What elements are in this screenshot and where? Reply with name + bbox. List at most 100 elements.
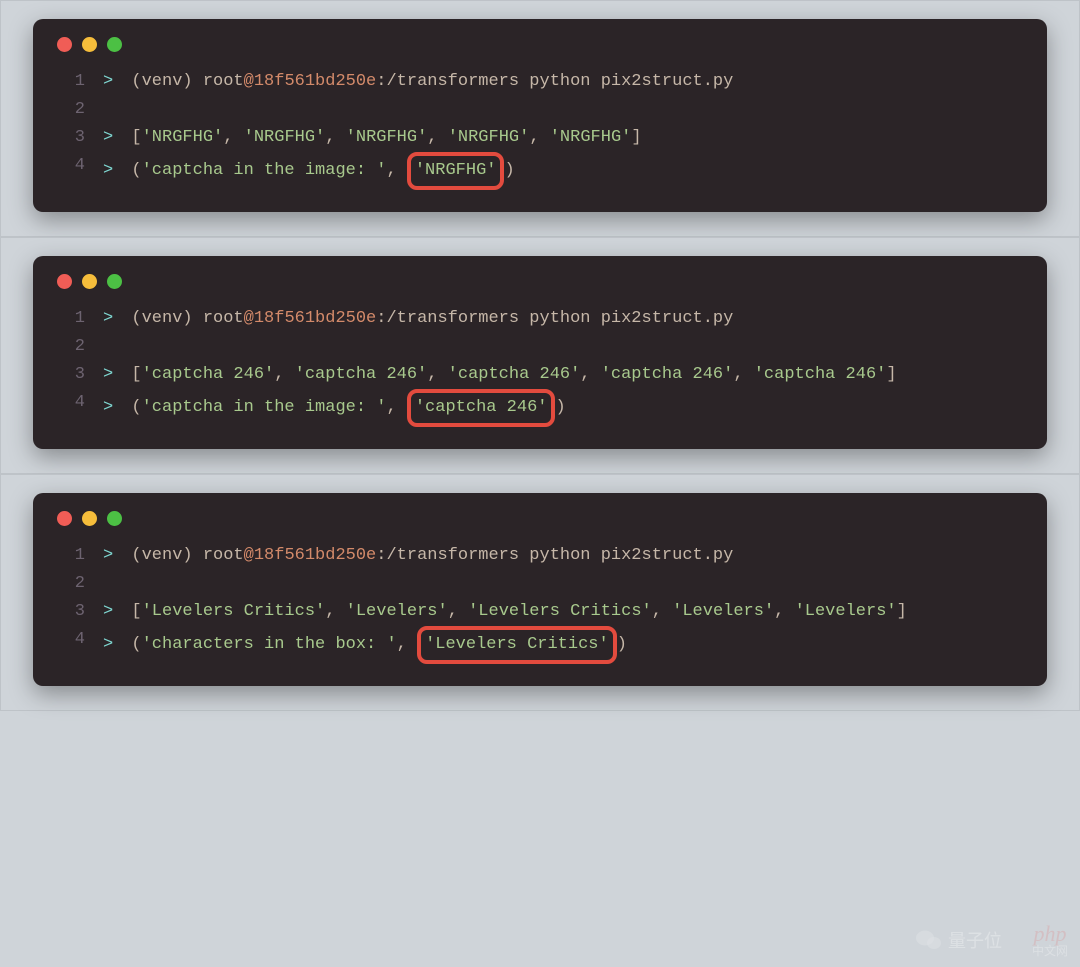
line-content: > ('characters in the box: ', 'Levelers … bbox=[103, 626, 627, 664]
line-number: 1 bbox=[57, 68, 85, 96]
watermark-php-text: php bbox=[1033, 923, 1066, 945]
list-item: 'Levelers' bbox=[795, 602, 897, 621]
comma: , bbox=[427, 128, 447, 147]
comma: , bbox=[274, 365, 294, 384]
list-item: 'NRGFHG' bbox=[448, 128, 530, 147]
paren-open: ( bbox=[131, 398, 141, 417]
terminal-line: 4 > ('characters in the box: ', 'Levelers… bbox=[57, 626, 1023, 664]
command-path: :/transformers python pix2struct.py bbox=[376, 309, 733, 328]
line-content: > ['captcha 246', 'captcha 246', 'captch… bbox=[103, 361, 897, 389]
line-content: > ('captcha in the image: ', 'captcha 24… bbox=[103, 389, 566, 427]
venv-label: (venv) bbox=[131, 309, 202, 328]
paren-open: ( bbox=[131, 635, 141, 654]
watermark-wechat: 量子位 bbox=[916, 927, 1002, 953]
list-item: 'captcha 246' bbox=[601, 365, 734, 384]
paren-close: ) bbox=[504, 161, 514, 180]
at-symbol: @ bbox=[244, 546, 254, 565]
comma: , bbox=[325, 602, 345, 621]
green-traffic-light-icon[interactable] bbox=[107, 511, 122, 526]
terminal-line: 4 > ('captcha in the image: ', 'NRGFHG') bbox=[57, 152, 1023, 190]
watermark-wechat-text: 量子位 bbox=[948, 927, 1002, 953]
command-path: :/transformers python pix2struct.py bbox=[376, 546, 733, 565]
comma: , bbox=[427, 365, 447, 384]
highlight-box: 'captcha 246' bbox=[407, 389, 556, 427]
tuple-label: 'captcha in the image: ' bbox=[142, 161, 387, 180]
terminal-line: 2 bbox=[57, 333, 1023, 361]
comma: , bbox=[580, 365, 600, 384]
bracket-close: ] bbox=[631, 128, 641, 147]
bracket-close: ] bbox=[886, 365, 896, 384]
terminal-line: 3> ['captcha 246', 'captcha 246', 'captc… bbox=[57, 361, 1023, 389]
green-traffic-light-icon[interactable] bbox=[107, 37, 122, 52]
line-number: 2 bbox=[57, 333, 85, 361]
terminal-line: 1> (venv) root@18f561bd250e:/transformer… bbox=[57, 305, 1023, 333]
prompt-chevron: > bbox=[103, 72, 123, 91]
bracket-open: [ bbox=[131, 602, 141, 621]
line-number: 4 bbox=[57, 389, 85, 417]
line-number: 3 bbox=[57, 361, 85, 389]
bracket-close: ] bbox=[897, 602, 907, 621]
comma: , bbox=[529, 128, 549, 147]
list-item: 'captcha 246' bbox=[295, 365, 428, 384]
yellow-traffic-light-icon[interactable] bbox=[82, 37, 97, 52]
line-content: > ('captcha in the image: ', 'NRGFHG') bbox=[103, 152, 515, 190]
prompt-chevron: > bbox=[103, 128, 123, 147]
paren-close: ) bbox=[555, 398, 565, 417]
line-content: > (venv) root@18f561bd250e:/transformers… bbox=[103, 68, 733, 96]
red-traffic-light-icon[interactable] bbox=[57, 511, 72, 526]
list-item: 'Levelers Critics' bbox=[142, 602, 326, 621]
prompt-chevron: > bbox=[103, 398, 123, 417]
highlight-box: 'NRGFHG' bbox=[407, 152, 505, 190]
highlight-value: 'NRGFHG' bbox=[415, 161, 497, 180]
prompt-chevron: > bbox=[103, 309, 123, 328]
terminal-section: 1 > (venv) root@18f561bd250e:/transformer… bbox=[0, 0, 1080, 237]
line-content: > (venv) root@18f561bd250e:/transformers… bbox=[103, 542, 733, 570]
red-traffic-light-icon[interactable] bbox=[57, 274, 72, 289]
comma: , bbox=[223, 128, 243, 147]
highlight-value: 'captcha 246' bbox=[415, 398, 548, 417]
user-text: root bbox=[203, 309, 244, 328]
list-item: 'captcha 246' bbox=[448, 365, 581, 384]
line-number: 4 bbox=[57, 152, 85, 180]
terminal-line: 1> (venv) root@18f561bd250e:/transformer… bbox=[57, 542, 1023, 570]
terminal-line: 3 > ['Levelers Critics', 'Levelers', 'Lev… bbox=[57, 598, 1023, 626]
prompt-chevron: > bbox=[103, 635, 123, 654]
terminal-window: 1 > (venv) root@18f561bd250e:/transformer… bbox=[33, 19, 1047, 212]
yellow-traffic-light-icon[interactable] bbox=[82, 511, 97, 526]
line-number: 2 bbox=[57, 96, 85, 124]
terminal-line: 4 > ('captcha in the image: ', 'captcha 2… bbox=[57, 389, 1023, 427]
prompt-chevron: > bbox=[103, 365, 123, 384]
highlight-box: 'Levelers Critics' bbox=[417, 626, 617, 664]
host-hash: 18f561bd250e bbox=[254, 72, 376, 91]
tuple-label: 'captcha in the image: ' bbox=[142, 398, 387, 417]
line-number: 3 bbox=[57, 124, 85, 152]
line-content: > ['Levelers Critics', 'Levelers', 'Leve… bbox=[103, 598, 907, 626]
comma: , bbox=[652, 602, 672, 621]
comma: , bbox=[448, 602, 468, 621]
comma: , bbox=[774, 602, 794, 621]
line-number: 3 bbox=[57, 598, 85, 626]
terminal-section: 1> (venv) root@18f561bd250e:/transformer… bbox=[0, 474, 1080, 711]
green-traffic-light-icon[interactable] bbox=[107, 274, 122, 289]
host-hash: 18f561bd250e bbox=[254, 309, 376, 328]
bracket-open: [ bbox=[131, 365, 141, 384]
list-item: 'Levelers' bbox=[346, 602, 448, 621]
red-traffic-light-icon[interactable] bbox=[57, 37, 72, 52]
watermark-php: php 中文网 bbox=[1032, 923, 1068, 957]
line-number: 4 bbox=[57, 626, 85, 654]
comma: , bbox=[386, 161, 406, 180]
terminal-line: 2 bbox=[57, 96, 1023, 124]
at-symbol: @ bbox=[244, 72, 254, 91]
terminal-section: 1> (venv) root@18f561bd250e:/transformer… bbox=[0, 237, 1080, 474]
yellow-traffic-light-icon[interactable] bbox=[82, 274, 97, 289]
list-item: 'NRGFHG' bbox=[346, 128, 428, 147]
list-item: 'captcha 246' bbox=[142, 365, 275, 384]
paren-close: ) bbox=[617, 635, 627, 654]
highlight-value: 'Levelers Critics' bbox=[425, 635, 609, 654]
list-item: 'NRGFHG' bbox=[142, 128, 224, 147]
list-item: 'Levelers Critics' bbox=[468, 602, 652, 621]
terminal-window: 1> (venv) root@18f561bd250e:/transformer… bbox=[33, 256, 1047, 449]
watermark-cn-text: 中文网 bbox=[1032, 945, 1068, 957]
user-text: root bbox=[203, 546, 244, 565]
venv-label: (venv) bbox=[131, 546, 202, 565]
